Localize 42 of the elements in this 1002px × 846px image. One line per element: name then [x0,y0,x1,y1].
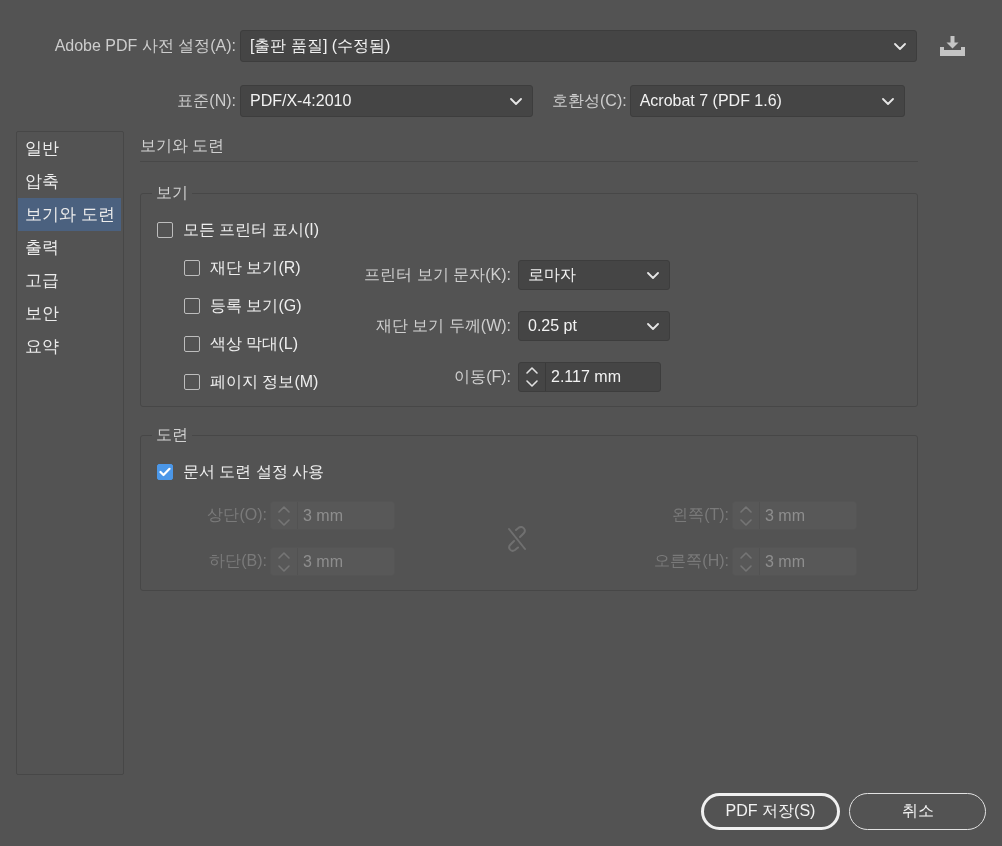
sidebar-item[interactable]: 보안 [18,297,121,330]
field-label: 호환성(C): [552,90,627,111]
field-label: Adobe PDF 사전 설정(A): [53,35,236,56]
section-title: 보기와 도련 [140,131,918,162]
checkbox[interactable] [184,260,200,276]
sidebar-item[interactable]: 일반 [18,132,121,165]
checkbox[interactable] [157,222,173,238]
dropdown[interactable]: PDF/X-4:2010 [240,85,533,117]
chevron-down-icon [510,97,522,105]
dropdown[interactable]: [출판 품질] (수정됨) [240,30,917,62]
chevron-down-icon [894,42,906,50]
checkbox-label[interactable]: 문서 도련 설정 사용 [183,461,325,483]
download-icon[interactable] [940,36,965,56]
checkbox-label[interactable]: 재단 보기(R) [210,257,301,279]
dropdown[interactable]: 로마자 [518,260,670,290]
check-icon [159,467,171,477]
checkbox[interactable] [184,298,200,314]
group-title: 보기 [155,183,189,203]
save-pdf-button[interactable]: PDF 저장(S) [701,793,840,830]
dropdown[interactable]: 0.25 pt [518,311,670,341]
number-field[interactable]: 2.117 mm [518,362,661,392]
sidebar-item[interactable]: 압축 [18,165,121,198]
sidebar-item[interactable]: 고급 [18,264,121,297]
field-label: 프린터 보기 문자(K): [363,264,511,285]
chevron-down-icon [881,97,894,105]
checkbox-label[interactable]: 색상 막대(L) [210,333,298,355]
field-label: 표준(N): [176,90,236,111]
chevron-down-icon [647,271,659,279]
chevron-down-icon [647,322,659,330]
group-title: 도련 [155,425,189,445]
field-label: 재단 보기 두께(W): [374,315,511,336]
checkbox[interactable] [184,374,200,390]
field-label: 이동(F): [453,366,511,387]
sidebar-item[interactable]: 요약 [18,330,121,363]
checkbox-label[interactable]: 페이지 정보(M) [210,371,319,393]
checkbox-label[interactable]: 모든 프린터 표시(I) [183,219,319,241]
dropdown[interactable]: Acrobat 7 (PDF 1.6) [629,85,905,117]
sidebar-item[interactable]: 보기와 도련 [18,198,121,231]
sidebar-item[interactable]: 출력 [18,231,121,264]
checkbox-label[interactable]: 등록 보기(G) [210,295,302,317]
checkbox[interactable] [157,464,173,480]
checkbox[interactable] [184,336,200,352]
